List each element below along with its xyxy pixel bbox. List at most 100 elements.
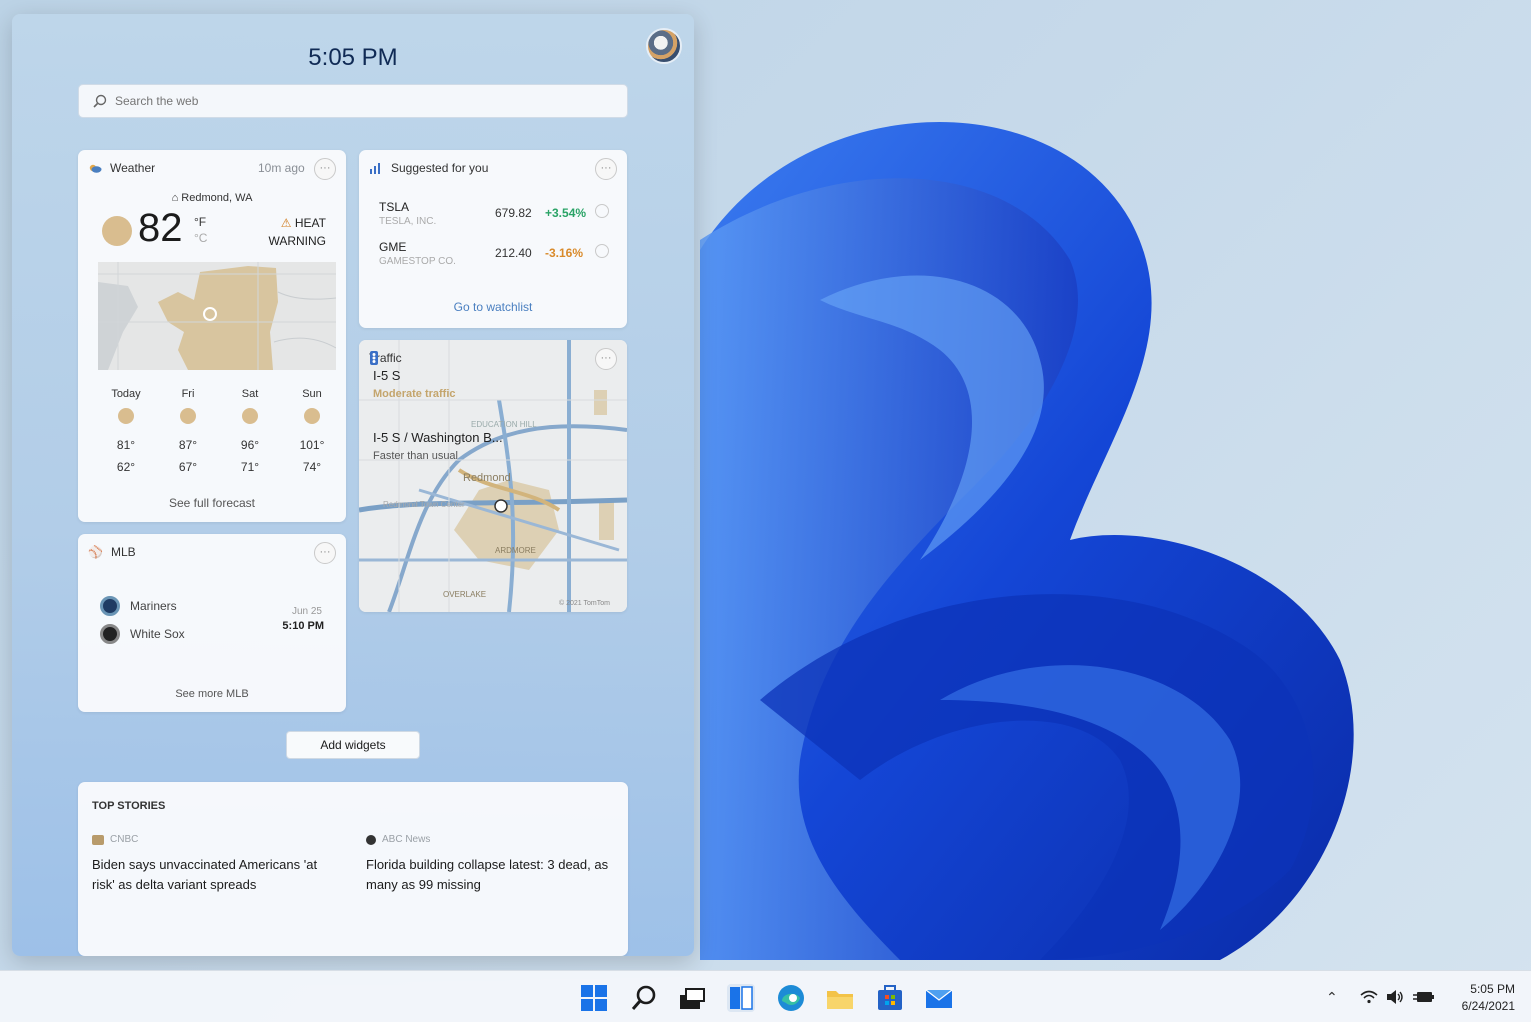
story-card[interactable]: CNBC Biden says unvaccinated Americans '… xyxy=(92,834,342,895)
web-search-box[interactable] xyxy=(78,84,628,118)
weather-map-graphic xyxy=(98,262,336,370)
weather-location: ⌂ Redmond, WA xyxy=(78,192,346,204)
temperature-unit-toggle[interactable]: °F °C xyxy=(194,214,207,246)
stock-row[interactable]: TSLA TESLA, INC. 679.82 +3.54% xyxy=(379,200,615,234)
stock-name: TESLA, INC. xyxy=(379,216,437,227)
stock-row[interactable]: GME GAMESTOP CO. 212.40 -3.16% xyxy=(379,240,615,274)
team-row[interactable]: Mariners xyxy=(100,596,177,616)
microsoft-store-icon[interactable] xyxy=(875,983,905,1013)
stock-symbol: GME xyxy=(379,240,407,254)
team-name: White Sox xyxy=(130,627,185,641)
stocks-header: Suggested for you xyxy=(369,161,488,175)
see-full-forecast-link[interactable]: See full forecast xyxy=(78,496,346,510)
mail-icon[interactable] xyxy=(924,983,954,1013)
warning-icon: ⚠ xyxy=(280,216,292,230)
search-icon[interactable] xyxy=(629,983,659,1013)
stock-symbol: TSLA xyxy=(379,200,410,214)
stocks-widget[interactable]: Suggested for you ··· TSLA TESLA, INC. 6… xyxy=(359,150,627,328)
team-row[interactable]: White Sox xyxy=(100,624,185,644)
taskbar: ⌃ 5:05 PM 6/24/2021 xyxy=(0,970,1531,1022)
top-stories-title: TOP STORIES xyxy=(92,800,166,812)
warning-line-2: WARNING xyxy=(268,234,326,248)
forecast-day-label: Fri xyxy=(181,388,195,400)
traffic-more-button[interactable]: ··· xyxy=(595,348,617,370)
chevron-up-icon[interactable]: ⌃ xyxy=(1326,989,1338,1006)
forecast-low: 67° xyxy=(178,460,198,474)
sunny-icon xyxy=(118,408,134,424)
weather-temperature: 82 xyxy=(138,206,183,250)
forecast-row: Today 81° 62° Fri 87° 67° Sat 96° 71° Su… xyxy=(104,388,334,474)
weather-cloud-icon xyxy=(89,164,102,173)
unit-celsius[interactable]: °C xyxy=(194,230,207,246)
stock-info-icon[interactable] xyxy=(595,204,609,218)
cnbc-logo-icon xyxy=(92,834,104,845)
weather-location-text: Redmond, WA xyxy=(181,192,253,204)
mlb-more-button[interactable]: ··· xyxy=(314,542,336,564)
top-stories-widget: TOP STORIES CNBC Biden says unvaccinated… xyxy=(78,782,628,956)
forecast-day-label: Sun xyxy=(302,388,322,400)
see-more-mlb-link[interactable]: See more MLB xyxy=(78,688,346,700)
stock-name: GAMESTOP CO. xyxy=(379,256,456,267)
warning-line-1: HEAT xyxy=(294,216,326,230)
mlb-header: ⚾ MLB xyxy=(88,545,136,559)
search-input[interactable] xyxy=(115,94,595,108)
taskbar-date: 6/24/2021 xyxy=(1461,999,1515,1013)
map-label-overlake: OVERLAKE xyxy=(443,590,487,599)
windows-start-icon[interactable] xyxy=(579,983,609,1013)
file-explorer-icon[interactable] xyxy=(825,983,855,1013)
stock-info-icon[interactable] xyxy=(595,244,609,258)
sunny-icon xyxy=(304,408,320,424)
story-source-name: CNBC xyxy=(110,834,139,845)
panel-time: 5:05 PM xyxy=(308,44,398,71)
add-widgets-button[interactable]: Add widgets xyxy=(286,731,420,759)
traffic-header: Traffic xyxy=(369,351,402,365)
team-name: Mariners xyxy=(130,599,177,613)
edge-browser-icon[interactable] xyxy=(776,983,806,1013)
story-source: CNBC xyxy=(92,834,342,845)
story-source-name: ABC News xyxy=(382,834,431,845)
forecast-day[interactable]: Sun 101° 74° xyxy=(290,388,334,474)
forecast-day[interactable]: Sat 96° 71° xyxy=(228,388,272,474)
weather-map[interactable] xyxy=(98,262,336,370)
weather-more-button[interactable]: ··· xyxy=(314,158,336,180)
map-label-redmond: Redmond xyxy=(463,472,511,484)
sunny-icon xyxy=(180,408,196,424)
unit-fahrenheit[interactable]: °F xyxy=(194,214,207,230)
battery-plug-icon[interactable] xyxy=(1412,989,1434,1005)
sunny-icon xyxy=(242,408,258,424)
stocks-title: Suggested for you xyxy=(391,161,489,175)
home-icon: ⌂ xyxy=(171,192,179,204)
forecast-high: 101° xyxy=(299,438,325,452)
stocks-more-button[interactable]: ··· xyxy=(595,158,617,180)
widgets-panel: 5:05 PM Weather 10m ago ··· ⌂ Redmond, W… xyxy=(12,14,694,956)
forecast-day[interactable]: Today 81° 62° xyxy=(104,388,148,474)
widgets-icon[interactable] xyxy=(726,983,756,1013)
story-headline[interactable]: Florida building collapse latest: 3 dead… xyxy=(366,855,616,895)
traffic-route-1: I-5 S xyxy=(373,368,401,383)
user-avatar[interactable] xyxy=(646,28,682,64)
traffic-light-icon xyxy=(370,351,378,365)
story-headline[interactable]: Biden says unvaccinated Americans 'at ri… xyxy=(92,855,342,895)
weather-header: Weather xyxy=(88,161,155,175)
traffic-route-2: I-5 S / Washington B... xyxy=(373,430,503,445)
weather-updated: 10m ago xyxy=(258,161,305,175)
traffic-status-2: Faster than usual xyxy=(373,450,458,462)
volume-icon[interactable] xyxy=(1386,989,1404,1005)
baseball-icon: ⚾ xyxy=(88,545,103,559)
task-view-icon[interactable] xyxy=(677,983,707,1013)
traffic-widget[interactable]: Traffic ··· I-5 S Moderate traffic I-5 S… xyxy=(359,340,627,612)
go-to-watchlist-link[interactable]: Go to watchlist xyxy=(359,300,627,314)
forecast-low: 62° xyxy=(116,460,136,474)
heat-warning-alert[interactable]: ⚠ HEAT WARNING xyxy=(268,214,326,250)
story-card[interactable]: ABC News Florida building collapse lates… xyxy=(366,834,616,895)
weather-widget[interactable]: Weather 10m ago ··· ⌂ Redmond, WA 82 °F … xyxy=(78,150,346,522)
sunny-icon xyxy=(102,216,132,246)
forecast-day[interactable]: Fri 87° 67° xyxy=(166,388,210,474)
wifi-icon[interactable] xyxy=(1360,990,1378,1004)
forecast-high: 87° xyxy=(178,438,198,452)
map-label-ardmore: ARDMORE xyxy=(495,546,536,555)
forecast-day-label: Sat xyxy=(241,388,259,400)
taskbar-clock[interactable]: 5:05 PM 6/24/2021 xyxy=(1462,981,1515,1015)
forecast-day-label: Today xyxy=(111,388,141,400)
mlb-widget[interactable]: ⚾ MLB ··· Mariners White Sox Jun 25 5:10… xyxy=(78,534,346,712)
